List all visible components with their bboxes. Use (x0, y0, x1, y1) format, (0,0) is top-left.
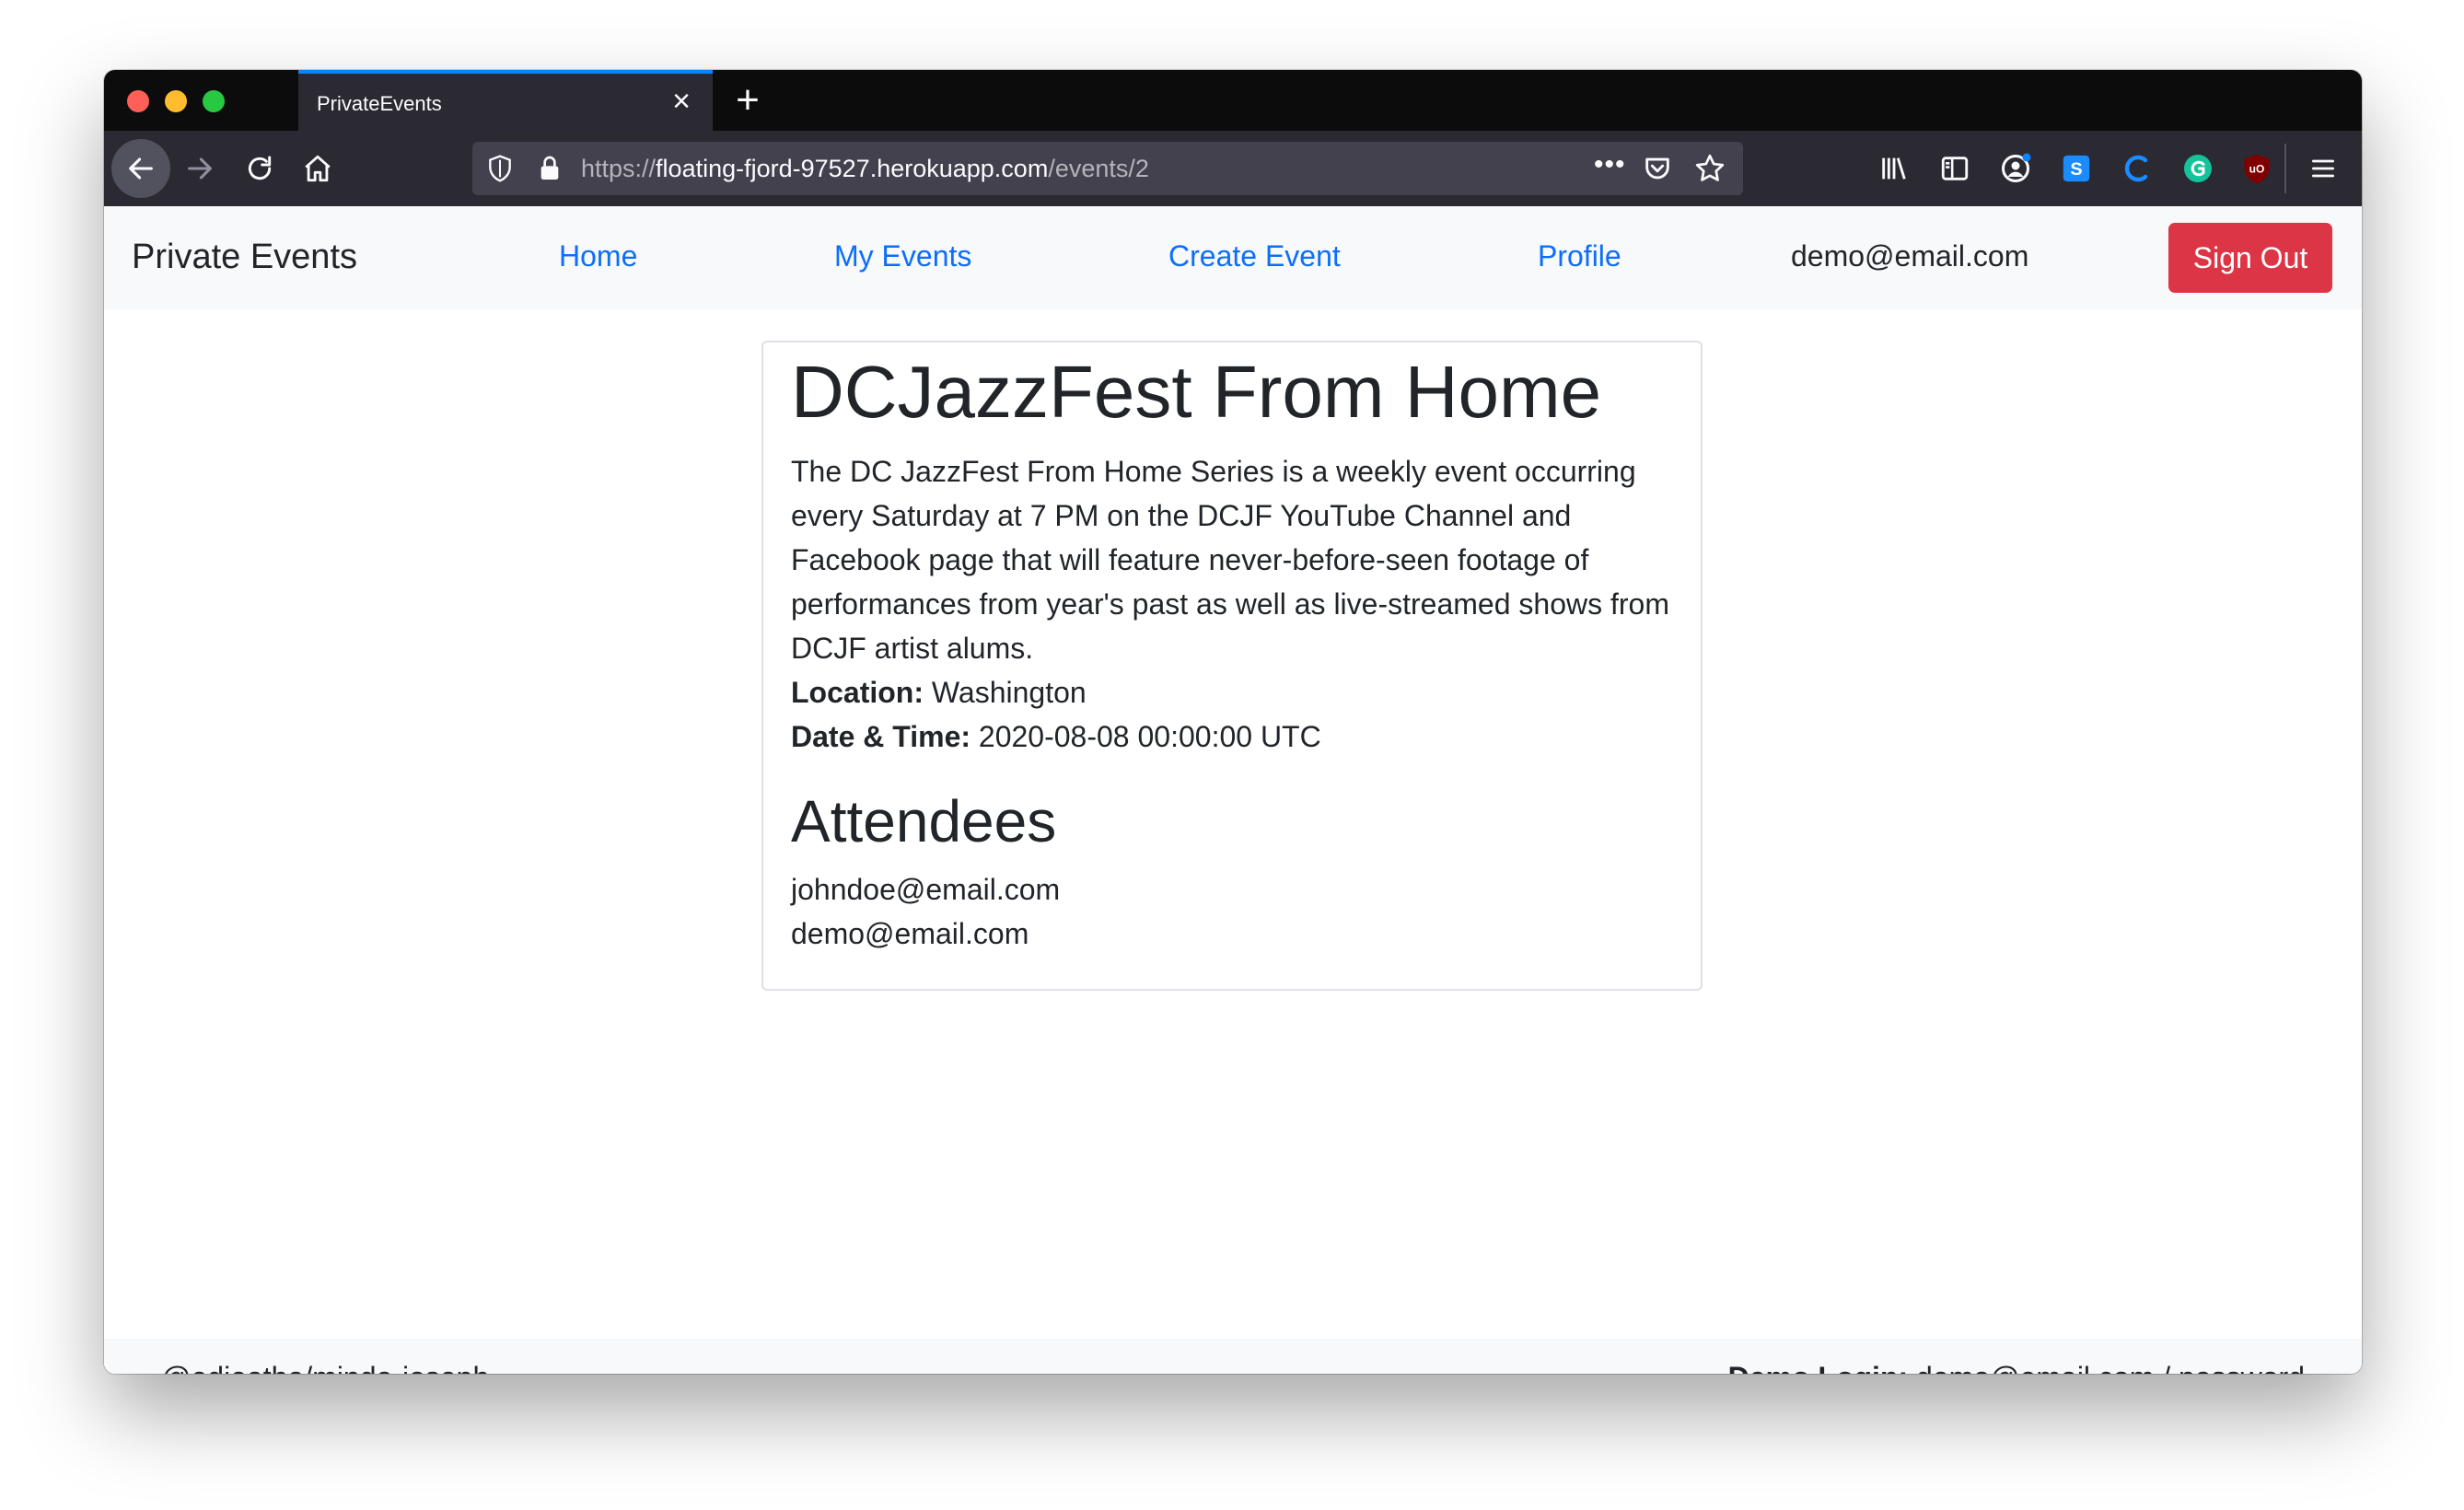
account-icon[interactable] (1997, 150, 2034, 187)
back-arrow-icon[interactable] (111, 139, 170, 198)
attendee-list: johndoe@email.com demo@email.com (791, 867, 1673, 956)
svg-text:uO: uO (2249, 163, 2265, 176)
navigation-toolbar: https://floating-fjord-97527.herokuapp.c… (104, 131, 2362, 207)
tab-strip: PrivateEvents × + (104, 70, 2362, 131)
nav-link-home[interactable]: Home (559, 239, 637, 273)
event-card: DCJazzFest From Home The DC JazzFest Fro… (761, 341, 1703, 991)
page-actions-icon[interactable]: ••• (1594, 149, 1626, 180)
extension-s-icon[interactable]: S (2058, 150, 2095, 187)
zoom-window-button[interactable] (203, 90, 225, 112)
event-location: Location: Washington (791, 670, 1673, 714)
attendee-item: johndoe@email.com (791, 873, 1061, 906)
svg-text:S: S (2070, 159, 2082, 180)
demo-login-label: Demo Login: (1728, 1361, 1909, 1374)
address-bar[interactable]: https://floating-fjord-97527.herokuapp.c… (472, 142, 1743, 195)
extension-c-icon[interactable] (2119, 150, 2156, 187)
ublock-icon[interactable]: uO (2238, 150, 2275, 187)
home-icon[interactable] (288, 139, 347, 198)
url-scheme: https:// (581, 155, 657, 182)
toolbar-separator (2284, 144, 2286, 193)
event-description: The DC JazzFest From Home Series is a we… (791, 455, 1669, 665)
close-tab-icon[interactable]: × (663, 83, 700, 120)
datetime-label: Date & Time: (791, 720, 971, 753)
tracking-shield-icon[interactable] (485, 154, 515, 183)
url-text[interactable]: https://floating-fjord-97527.herokuapp.c… (581, 155, 1149, 183)
tab-private-events[interactable]: PrivateEvents × (298, 70, 713, 131)
new-tab-icon[interactable]: + (725, 77, 771, 123)
menu-icon[interactable] (2305, 150, 2342, 187)
sidebar-icon[interactable] (1936, 150, 1973, 187)
grammarly-icon[interactable] (2179, 150, 2216, 187)
library-icon[interactable] (1876, 150, 1912, 187)
lock-icon[interactable] (535, 154, 564, 183)
event-title: DCJazzFest From Home (791, 351, 1602, 433)
url-path: /events/2 (1048, 155, 1149, 182)
close-window-button[interactable] (127, 90, 149, 112)
location-label: Location: (791, 676, 924, 709)
footer-credit: @edieatha/mindo-joseph (161, 1361, 489, 1374)
demo-login-value: demo@email.com / password (1916, 1361, 2305, 1374)
nav-link-profile[interactable]: Profile (1538, 239, 1621, 273)
footer-demo-login: Demo Login: demo@email.com / password (1728, 1361, 2305, 1374)
url-host: floating-fjord-97527.herokuapp.com (656, 155, 1049, 182)
reload-icon[interactable] (230, 139, 289, 198)
pocket-icon[interactable] (1642, 153, 1673, 184)
nav-link-create-event[interactable]: Create Event (1168, 239, 1341, 273)
minimize-window-button[interactable] (165, 90, 187, 112)
event-datetime: Date & Time: 2020-08-08 00:00:00 UTC (791, 714, 1673, 759)
location-value: Washington (931, 676, 1087, 709)
attendee-item: demo@email.com (791, 917, 1029, 950)
brand-link[interactable]: Private Events (132, 238, 357, 277)
browser-window: PrivateEvents × + https://floating-fjord… (104, 70, 2362, 1374)
attendees-heading: Attendees (791, 788, 1057, 854)
bookmark-star-icon[interactable] (1693, 152, 1726, 185)
user-email: demo@email.com (1791, 239, 2029, 273)
site-footer: @edieatha/mindo-joseph Demo Login: demo@… (104, 1339, 2362, 1374)
nav-link-my-events[interactable]: My Events (834, 239, 971, 273)
site-navbar: Private Events Home My Events Create Eve… (104, 206, 2362, 309)
forward-arrow-icon[interactable] (170, 139, 229, 198)
datetime-value: 2020-08-08 00:00:00 UTC (978, 720, 1321, 753)
web-page: Private Events Home My Events Create Eve… (104, 206, 2362, 1374)
tab-title: PrivateEvents (317, 92, 442, 115)
sign-out-button[interactable]: Sign Out (2168, 223, 2332, 293)
